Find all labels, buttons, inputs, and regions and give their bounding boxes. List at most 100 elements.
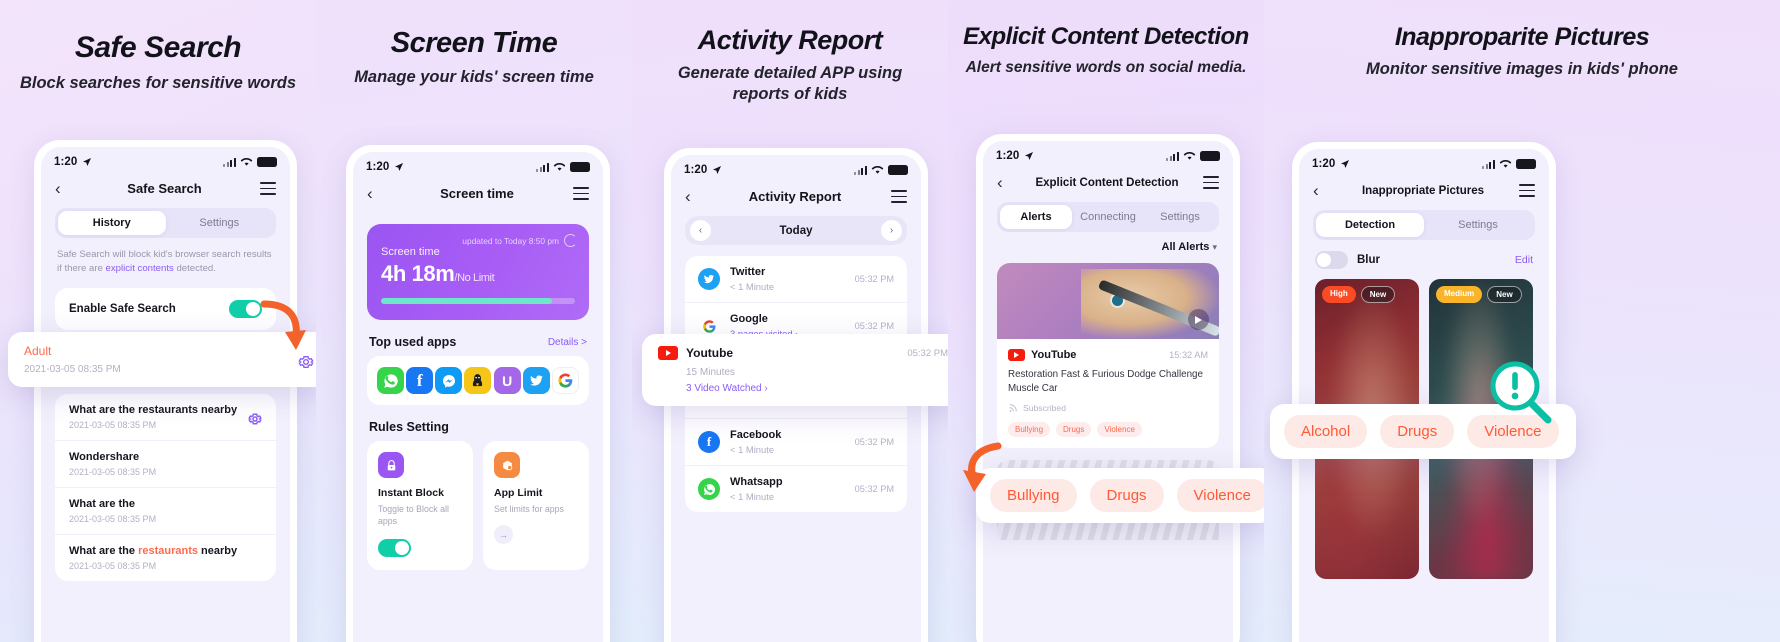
history-query: What are the bbox=[69, 497, 136, 510]
panel-screen-time: Screen Time Manage your kids' screen tim… bbox=[316, 0, 632, 642]
gear-icon[interactable] bbox=[298, 354, 314, 370]
youtube-icon bbox=[1008, 349, 1025, 361]
list-item[interactable]: What are the 2021-03-05 08:35 PM bbox=[55, 413, 276, 535]
facebook-icon[interactable]: f bbox=[406, 367, 434, 394]
google-icon[interactable] bbox=[551, 367, 579, 394]
tab-settings[interactable]: Settings bbox=[1144, 205, 1216, 229]
callout-tag-drugs[interactable]: Drugs bbox=[1089, 479, 1164, 512]
next-day-button[interactable]: › bbox=[880, 220, 902, 241]
back-button[interactable]: ‹ bbox=[55, 180, 69, 197]
tag-bullying[interactable]: Bullying bbox=[1008, 421, 1051, 437]
twitter-icon[interactable] bbox=[522, 367, 550, 394]
lock-icon bbox=[378, 452, 404, 478]
back-button[interactable]: ‹ bbox=[1313, 182, 1327, 199]
blur-toggle[interactable] bbox=[1315, 251, 1348, 269]
back-button[interactable]: ‹ bbox=[685, 188, 699, 205]
rule-desc: Set limits for apps bbox=[494, 504, 564, 514]
table-row[interactable]: f Facebook < 1 Minute 05:32 PM bbox=[685, 419, 907, 466]
callout-tag-drugs[interactable]: Drugs bbox=[1380, 415, 1455, 448]
menu-icon[interactable] bbox=[1203, 176, 1219, 189]
menu-icon[interactable] bbox=[1519, 184, 1535, 197]
promo-banner: Safe Search Block searches for sensitive… bbox=[0, 0, 1780, 642]
whatsapp-icon[interactable] bbox=[377, 367, 404, 394]
tag-drugs[interactable]: Drugs bbox=[1056, 421, 1092, 437]
nav-bar: ‹ Inappropriate Pictures bbox=[1299, 175, 1549, 210]
panel-inappropriate-pictures: Inapproparite Pictures Monitor sensitive… bbox=[1264, 0, 1780, 642]
tab-connecting[interactable]: Connecting bbox=[1072, 205, 1144, 229]
phone-mockup: 1:20 ‹ Explicit Content Detection Alerts… bbox=[976, 134, 1240, 642]
new-badge: New bbox=[1360, 286, 1396, 303]
alerts-filter[interactable]: All Alerts ▾ bbox=[983, 232, 1233, 253]
list-item[interactable]: What are the restaurants nearby 2021-03-… bbox=[55, 413, 276, 581]
history-query: What are the restaurants nearby bbox=[69, 544, 238, 557]
menu-icon[interactable] bbox=[573, 187, 589, 200]
whatsapp-icon bbox=[698, 478, 720, 500]
page-subtitle: Block searches for sensitive words bbox=[19, 73, 297, 92]
youtube-callout[interactable]: Youtube 05:32 PM 15 Minutes 3 Video Watc… bbox=[642, 334, 948, 406]
nav-bar: ‹ Activity Report bbox=[671, 181, 921, 216]
details-link[interactable]: Details > bbox=[548, 337, 587, 348]
search-history-list: What are the restaurants nearby 2021-03-… bbox=[55, 393, 276, 581]
instant-block-toggle[interactable] bbox=[378, 538, 411, 557]
tab-settings[interactable]: Settings bbox=[166, 211, 274, 235]
top-apps-title: Top used apps bbox=[369, 335, 457, 349]
tab-alerts[interactable]: Alerts bbox=[1000, 205, 1072, 229]
menu-icon[interactable] bbox=[260, 182, 276, 195]
alert-card[interactable]: YouTube 15:32 AM Restoration Fast & Furi… bbox=[997, 263, 1219, 448]
magnifier-alert-icon bbox=[1490, 361, 1552, 424]
activity-time: 05:32 PM bbox=[854, 321, 894, 331]
history-query: Wondershare bbox=[69, 450, 140, 463]
signal-icon bbox=[1482, 159, 1495, 169]
back-button[interactable]: ‹ bbox=[997, 174, 1011, 191]
phone-mockup: 1:20 ‹ Screen time updated to Today 8:50… bbox=[346, 145, 610, 642]
edit-button[interactable]: Edit bbox=[1515, 254, 1533, 266]
previous-day-button[interactable]: ‹ bbox=[690, 220, 711, 241]
rules-title: Rules Setting bbox=[369, 420, 449, 434]
callout-time: 2021-03-05 08:35 PM bbox=[24, 364, 121, 375]
status-bar: 1:20 bbox=[983, 141, 1233, 167]
callout-tag-row: Bullying Drugs Violence bbox=[990, 479, 1264, 512]
enable-safe-search-label: Enable Safe Search bbox=[69, 302, 176, 315]
tab-history[interactable]: History bbox=[58, 211, 166, 235]
nav-bar: ‹ Safe Search bbox=[41, 173, 290, 208]
severity-badge: High bbox=[1322, 286, 1356, 303]
alert-source: YouTube bbox=[1031, 349, 1077, 361]
messenger-icon[interactable] bbox=[435, 367, 463, 394]
rule-title: Instant Block bbox=[378, 487, 444, 499]
callout-link[interactable]: 3 Video Watched › bbox=[686, 383, 948, 394]
rule-app-limit[interactable]: App Limit Set limits for apps → bbox=[483, 441, 589, 570]
qq-icon[interactable] bbox=[464, 367, 492, 394]
back-button[interactable]: ‹ bbox=[367, 185, 381, 202]
table-row[interactable]: Whatsapp < 1 Minute 05:32 PM bbox=[685, 466, 907, 512]
callout-tag-alcohol[interactable]: Alcohol bbox=[1284, 415, 1368, 448]
tab-detection[interactable]: Detection bbox=[1316, 213, 1424, 237]
nav-title: Screen time bbox=[440, 186, 514, 201]
blur-label: Blur bbox=[1357, 254, 1380, 266]
hint-link[interactable]: explicit contents bbox=[106, 263, 174, 274]
refresh-icon[interactable] bbox=[564, 234, 577, 247]
table-row[interactable]: Twitter < 1 Minute 05:32 PM bbox=[685, 256, 907, 303]
callout-tag-violence[interactable]: Violence bbox=[1176, 479, 1264, 512]
wifi-icon bbox=[553, 163, 566, 171]
alert-thumbnail[interactable] bbox=[997, 263, 1219, 339]
activity-app-name: Twitter bbox=[730, 266, 766, 278]
menu-icon[interactable] bbox=[891, 190, 907, 203]
history-time: 2021-03-05 08:35 PM bbox=[69, 560, 157, 571]
uc-browser-icon[interactable]: U bbox=[493, 367, 521, 394]
status-bar: 1:20 bbox=[41, 147, 290, 173]
list-item[interactable]: What are the restaurants nearby 2021-03-… bbox=[55, 394, 276, 441]
history-query-highlight: restaurants bbox=[138, 544, 198, 557]
list-item[interactable]: Wondershare 2021-03-05 08:35 PM bbox=[55, 413, 276, 488]
gear-icon[interactable] bbox=[248, 412, 262, 426]
tag-violence[interactable]: Violence bbox=[1097, 421, 1142, 437]
panel-safe-search: Safe Search Block searches for sensitive… bbox=[0, 0, 316, 642]
rule-arrow-icon[interactable]: → bbox=[494, 525, 513, 545]
rule-instant-block[interactable]: Instant Block Toggle to Block all apps bbox=[367, 441, 473, 570]
tab-settings[interactable]: Settings bbox=[1424, 213, 1532, 237]
wifi-icon bbox=[1183, 152, 1196, 160]
safe-search-hint: Safe Search will block kid's browser sea… bbox=[41, 238, 290, 277]
screen-time-progress bbox=[381, 298, 575, 304]
activity-time: 05:32 PM bbox=[854, 274, 894, 284]
play-icon[interactable] bbox=[1188, 309, 1209, 330]
panel-activity-report: Activity Report Generate detailed APP us… bbox=[632, 0, 948, 642]
